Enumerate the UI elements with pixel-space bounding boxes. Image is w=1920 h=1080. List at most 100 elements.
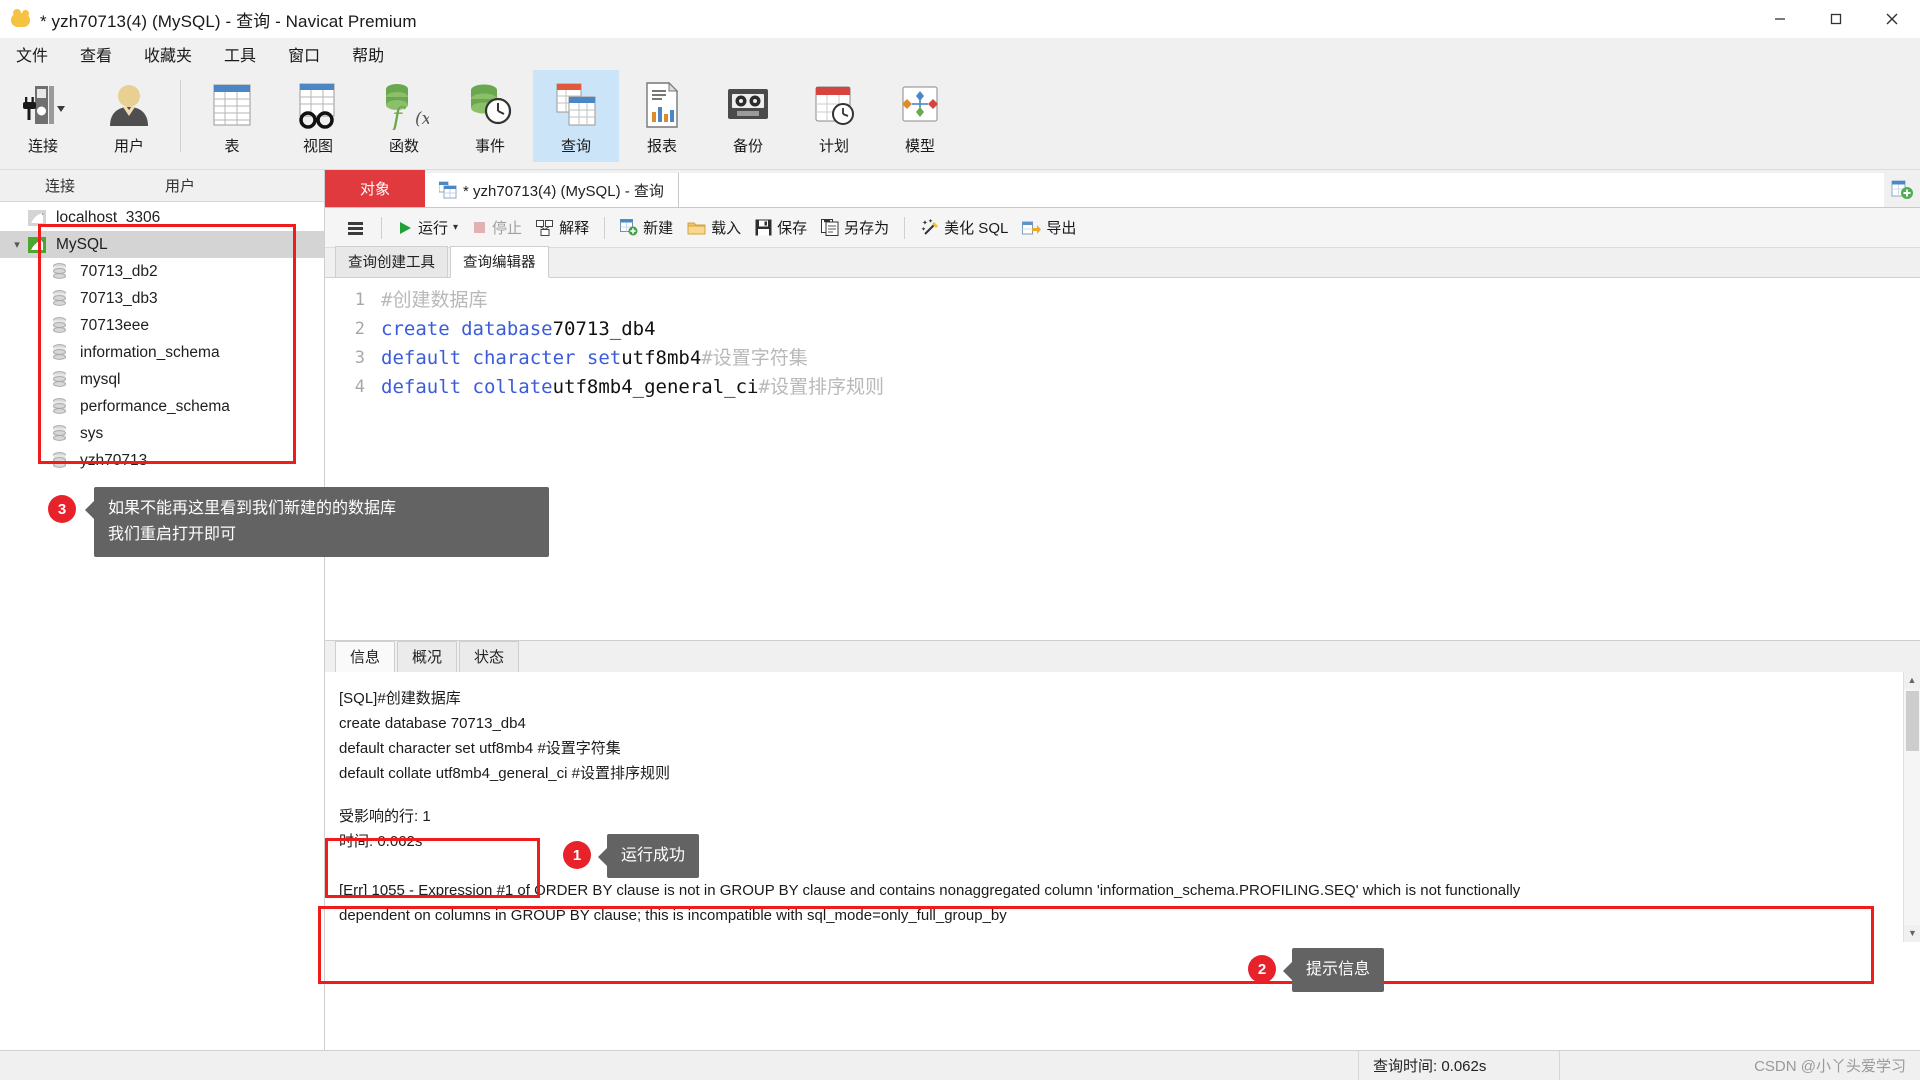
tab-query-builder[interactable]: 查询创建工具 [335,246,448,277]
log-line: create database 70713_db4 [339,715,526,732]
line-number: 3 [354,348,365,368]
beautify-sql-button[interactable]: ✦ ✦ ✦ 美化 SQL [913,213,1015,243]
query-toolbar-separator-3 [904,216,906,239]
results-scrollbar[interactable]: ▲ ▼ [1903,672,1920,942]
tree-node-70713-db3[interactable]: 70713_db3 [0,285,324,312]
new-query-button[interactable]: 新建 [613,213,680,243]
toolbar-button-backup[interactable]: 备份 [705,70,791,162]
tree-node-label: 70713_db2 [80,262,158,280]
query-menu-button[interactable] [339,213,373,243]
status-bar: 查询时间: 0.062s [0,1050,1920,1080]
toolbar-button-view[interactable]: 视图 [275,70,361,162]
sql-keyword: default collate [381,376,553,398]
query-time-status: 查询时间: 0.062s [1373,1058,1487,1075]
database-icon [52,371,74,388]
window-controls [1752,0,1920,38]
database-icon [52,344,74,361]
toolbar-label-function: 函数 [388,138,419,155]
query-tab-icon [439,181,457,199]
sql-comment: #设置排序规则 [758,376,884,398]
explain-button-label: 解释 [559,220,590,237]
toolbar-button-connection[interactable]: 连接 [0,70,86,162]
connection-icon [15,77,71,133]
tree-node-mysql[interactable]: ▾ MySQL [0,231,324,258]
menu-item-file[interactable]: 文件 [0,38,64,70]
chevron-down-icon[interactable]: ▾ [453,222,458,233]
load-button[interactable]: 载入 [680,213,748,243]
editor-line: 4 default collate utf8mb4_general_ci #设置… [325,373,1920,402]
query-icon [551,77,601,133]
menu-item-help[interactable]: 帮助 [336,38,400,70]
add-tab-button[interactable] [1884,170,1920,207]
tab-status[interactable]: 状态 [459,641,520,672]
minimize-button[interactable] [1752,0,1808,38]
sql-editor[interactable]: 1 #创建数据库 2 create database 70713_db4 3 d… [325,278,1920,640]
toolbar-button-report[interactable]: 报表 [619,70,705,162]
main-toolbar: 连接 用户 表 视图 f (函数 事件 查询 报表 备份 计划 模型 [0,70,1920,170]
sidebar-header: 连接 用户 [0,170,324,202]
tree-node-information-schema[interactable]: information_schema [0,339,324,366]
toolbar-label-connection: 连接 [27,138,58,155]
tab-query-editor[interactable]: 查询编辑器 [450,246,549,278]
menu-item-tools[interactable]: 工具 [208,38,272,70]
tab-profile[interactable]: 概况 [397,641,458,672]
menu-item-view[interactable]: 查看 [64,38,128,70]
scroll-up-icon[interactable]: ▲ [1904,672,1920,689]
watermark: CSDN @小丫头爱学习 [1754,1058,1906,1075]
sidebar-header-connection[interactable]: 连接 [0,175,120,196]
sidebar-header-user[interactable]: 用户 [120,175,240,196]
menu-item-favorites[interactable]: 收藏夹 [128,38,208,70]
save-as-icon [821,219,839,236]
tab-bar-empty-space [678,173,1884,207]
save-as-button[interactable]: 另存为 [814,213,896,243]
close-button[interactable] [1864,0,1920,38]
menu-item-window[interactable]: 窗口 [272,38,336,70]
tree-node-sys[interactable]: sys [0,420,324,447]
toolbar-button-event[interactable]: 事件 [447,70,533,162]
results-tab-bar: 信息 概况 状态 [325,640,1920,673]
model-icon [896,77,944,133]
tab-query-active[interactable]: * yzh70713(4) (MySQL) - 查询 [425,173,679,207]
maximize-button[interactable] [1808,0,1864,38]
annotation-bubble-3: 3 [48,495,76,523]
toolbar-button-model[interactable]: 模型 [877,70,963,162]
scrollbar-thumb[interactable] [1906,691,1919,751]
toolbar-group-objects: 表 视图 f (函数 事件 查询 报表 备份 计划 模型 [189,70,963,170]
tree-node-70713-db2[interactable]: 70713_db2 [0,258,324,285]
editor-line: 2 create database 70713_db4 [325,315,1920,344]
scroll-down-icon[interactable]: ▼ [1904,925,1920,942]
tab-objects[interactable]: 对象 [325,170,425,207]
chevron-down-icon[interactable]: ▾ [6,238,28,251]
query-toolbar: 运行 ▾ 停止 解释 新建 载入 保存 另存为 ✦ ✦ ✦ 美化 SQL 导出 [325,208,1920,248]
tree-node-yzh70713[interactable]: yzh70713 [0,447,324,474]
toolbar-button-schedule[interactable]: 计划 [791,70,877,162]
toolbar-button-function[interactable]: f (x) 函数 [361,70,447,162]
annotation-bubble-2: 2 [1248,955,1276,983]
save-button[interactable]: 保存 [748,213,814,243]
toolbar-button-table[interactable]: 表 [189,70,275,162]
view-icon [292,77,344,133]
query-toolbar-separator-2 [604,216,606,239]
tree-node-mysql-db[interactable]: mysql [0,366,324,393]
new-icon [620,219,638,236]
toolbar-button-query[interactable]: 查询 [533,70,619,162]
export-button[interactable]: 导出 [1015,213,1083,243]
tree-node-performance-schema[interactable]: performance_schema [0,393,324,420]
explain-button[interactable]: 解释 [529,213,596,243]
tree-node-localhost-3306[interactable]: localhost_3306 [0,204,324,231]
tree-node-label: yzh70713 [80,451,148,469]
svg-text:(x): (x) [415,109,429,129]
tree-node-70713eee[interactable]: 70713eee [0,312,324,339]
sql-identifier: utf8mb4_general_ci [552,376,759,398]
annotation-callout-3: 如果不能再这里看到我们新建的的数据库 我们重启打开即可 [85,487,549,557]
run-button[interactable]: 运行 ▾ [390,213,465,243]
tab-bar: 对象 * yzh70713(4) (MySQL) - 查询 [325,170,1920,208]
stop-button[interactable]: 停止 [465,213,529,243]
tree-node-label: 70713eee [80,316,149,334]
tab-message[interactable]: 信息 [335,641,396,673]
save-icon [755,219,772,236]
toolbar-button-user[interactable]: 用户 [86,70,172,162]
event-icon [464,77,516,133]
editor-tab-bar: 查询创建工具 查询编辑器 [325,246,1920,278]
stop-button-label: 停止 [492,220,523,237]
